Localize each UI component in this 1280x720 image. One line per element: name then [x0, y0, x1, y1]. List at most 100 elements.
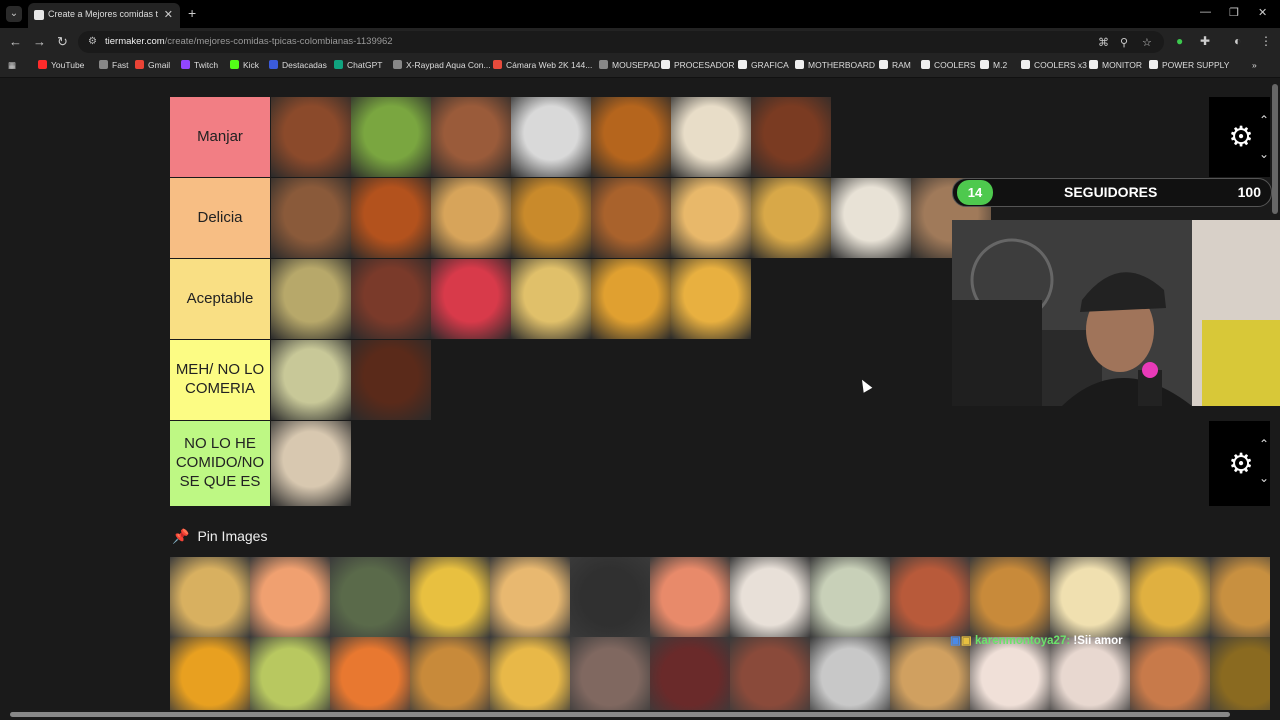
pin-image[interactable]	[650, 637, 730, 717]
back-icon[interactable]: ←	[9, 34, 22, 49]
close-icon[interactable]: ✕	[164, 8, 173, 21]
tier-item-image[interactable]	[511, 97, 591, 177]
menu-icon[interactable]: ⋮	[1260, 34, 1272, 48]
bookmark-item[interactable]: MOTHERBOARD	[795, 60, 875, 70]
star-icon[interactable]: ☆	[1142, 36, 1152, 49]
tier-item-image[interactable]	[671, 97, 751, 177]
tier-item-image[interactable]	[271, 340, 351, 420]
pin-image[interactable]	[650, 557, 730, 637]
apps-icon[interactable]: ▦	[8, 60, 16, 71]
tier-item-image[interactable]	[591, 178, 671, 258]
pin-image[interactable]	[890, 637, 970, 717]
pin-image[interactable]	[1130, 637, 1210, 717]
new-tab-icon[interactable]: +	[188, 5, 196, 21]
bookmark-item[interactable]: Destacadas	[269, 60, 327, 70]
minimize-icon[interactable]: —	[1200, 6, 1211, 18]
pin-image[interactable]	[1210, 637, 1270, 717]
move-down-icon[interactable]: ⌄	[1259, 147, 1269, 161]
bookmark-item[interactable]: COOLERS	[921, 60, 976, 70]
bookmark-item[interactable]: Twitch	[181, 60, 218, 70]
url-text[interactable]: tiermaker.com/create/mejores-comidas-tpi…	[105, 36, 393, 47]
bookmark-item[interactable]: COOLERS x3	[1021, 60, 1087, 70]
tier-label[interactable]: Aceptable	[170, 259, 270, 339]
gear-icon[interactable]: ⚙	[1227, 123, 1255, 151]
bookmark-item[interactable]: PROCESADOR	[661, 60, 734, 70]
tier-label[interactable]: NO LO HE COMIDO/NO SE QUE ES	[170, 421, 270, 506]
browser-tab[interactable]: Create a Mejores comidas típicas ✕	[28, 3, 180, 28]
translate-icon[interactable]: ⌘	[1098, 36, 1109, 49]
pin-image[interactable]	[970, 637, 1050, 717]
bookmark-item[interactable]: Fast	[99, 60, 129, 70]
move-up-icon[interactable]: ⌃	[1259, 437, 1269, 451]
tier-item-image[interactable]	[351, 340, 431, 420]
tier-item-image[interactable]	[271, 259, 351, 339]
tier-item-image[interactable]	[831, 178, 911, 258]
pin-image[interactable]	[890, 557, 970, 637]
tier-label[interactable]: Delicia	[170, 178, 270, 258]
tier-item-image[interactable]	[431, 178, 511, 258]
bookmark-item[interactable]: Kick	[230, 60, 259, 70]
pin-image[interactable]	[410, 557, 490, 637]
bookmark-item[interactable]: MONITOR	[1089, 60, 1142, 70]
tier-label[interactable]: MEH/ NO LO COMERIA	[170, 340, 270, 420]
tier-item-image[interactable]	[591, 97, 671, 177]
tier-item-image[interactable]	[271, 97, 351, 177]
reload-icon[interactable]: ↻	[57, 34, 68, 50]
gear-icon[interactable]: ⚙	[1227, 449, 1255, 478]
zoom-icon[interactable]: ⚲	[1120, 36, 1128, 49]
pin-image[interactable]	[170, 557, 250, 637]
more-bookmarks-icon[interactable]: »	[1252, 60, 1257, 70]
pin-image[interactable]	[490, 557, 570, 637]
pin-image[interactable]	[1050, 637, 1130, 717]
pin-image[interactable]	[490, 637, 570, 717]
tier-item-image[interactable]	[591, 259, 671, 339]
profile-icon[interactable]: ◐	[1234, 34, 1241, 48]
address-bar[interactable]: ⚙ tiermaker.com/create/mejores-comidas-t…	[78, 31, 1164, 53]
tier-item-image[interactable]	[431, 97, 511, 177]
forward-icon[interactable]: →	[33, 34, 46, 49]
bookmark-item[interactable]: MOUSEPAD	[599, 60, 660, 70]
bookmark-item[interactable]: RAM	[879, 60, 911, 70]
tier-item-image[interactable]	[511, 178, 591, 258]
bookmark-item[interactable]: M.2	[980, 60, 1007, 70]
pin-image[interactable]	[810, 557, 890, 637]
bookmark-item[interactable]: ChatGPT	[334, 60, 382, 70]
move-down-icon[interactable]: ⌄	[1259, 471, 1269, 485]
tier-item-image[interactable]	[351, 97, 431, 177]
pin-image[interactable]	[1130, 557, 1210, 637]
move-up-icon[interactable]: ⌃	[1259, 113, 1269, 127]
extensions-puzzle-icon[interactable]: ✚	[1200, 34, 1210, 48]
pin-image[interactable]	[250, 557, 330, 637]
pin-image[interactable]	[730, 637, 810, 717]
pin-image[interactable]	[330, 637, 410, 717]
pin-image[interactable]	[1050, 557, 1130, 637]
tier-item-image[interactable]	[751, 97, 831, 177]
pin-image[interactable]	[410, 637, 490, 717]
tier-label[interactable]: Manjar	[170, 97, 270, 177]
tier-item-image[interactable]	[271, 178, 351, 258]
tier-item-image[interactable]	[671, 178, 751, 258]
bookmark-item[interactable]: GRAFICA	[738, 60, 789, 70]
tier-item-image[interactable]	[351, 259, 431, 339]
tier-item-image[interactable]	[431, 259, 511, 339]
bookmark-item[interactable]: Gmail	[135, 60, 170, 70]
pin-image[interactable]	[170, 637, 250, 717]
pin-image[interactable]	[810, 637, 890, 717]
bookmark-item[interactable]: X-Raypad Aqua Con...	[393, 60, 491, 70]
maximize-icon[interactable]: ❐	[1229, 6, 1239, 19]
site-info-icon[interactable]: ⚙	[88, 36, 97, 47]
tier-item-image[interactable]	[751, 178, 831, 258]
tab-search-icon[interactable]: ⌄	[6, 6, 22, 22]
tier-item-image[interactable]	[511, 259, 591, 339]
pin-image[interactable]	[330, 557, 410, 637]
pin-image[interactable]	[250, 637, 330, 717]
vertical-scrollbar[interactable]	[1272, 84, 1278, 214]
close-window-icon[interactable]: ✕	[1258, 6, 1267, 19]
bookmark-item[interactable]: Cámara Web 2K 144...	[493, 60, 592, 70]
tier-item-image[interactable]	[351, 178, 431, 258]
pin-image[interactable]	[1210, 557, 1270, 637]
bookmark-item[interactable]: YouTube	[38, 60, 84, 70]
horizontal-scrollbar[interactable]	[10, 712, 1230, 717]
tier-item-image[interactable]	[271, 421, 351, 506]
pin-image[interactable]	[730, 557, 810, 637]
